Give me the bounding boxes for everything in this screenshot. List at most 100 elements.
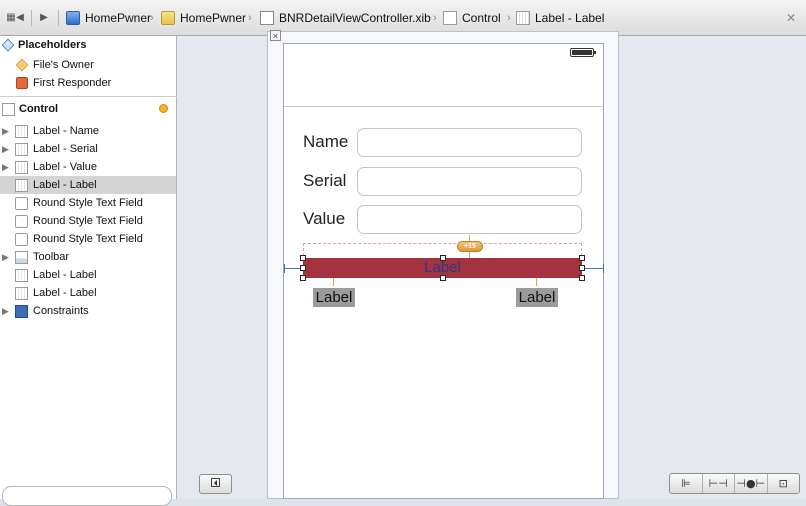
disclosure-triangle-icon[interactable]: ▶ — [2, 162, 10, 173]
sidebar-toggle-icon — [211, 477, 220, 487]
outline-item-label[interactable]: Label - Label — [0, 284, 176, 302]
right-label[interactable]: Label — [516, 288, 558, 307]
resize-handle[interactable] — [440, 255, 446, 261]
outline-item-toolbar[interactable]: ▶ Toolbar — [0, 248, 176, 266]
outline-item-label[interactable]: Label - Label — [0, 266, 176, 284]
vertical-constraint-line — [536, 278, 537, 286]
label-icon — [15, 160, 28, 174]
label-icon — [516, 11, 530, 25]
outline-item-label-name[interactable]: ▶ Label - Name — [0, 122, 176, 140]
outline-item-label: Toolbar — [33, 251, 70, 263]
close-tab-icon[interactable]: ✕ — [786, 11, 796, 25]
battery-icon — [570, 48, 596, 57]
name-text-field[interactable] — [357, 128, 582, 157]
view-icon — [443, 11, 457, 25]
crumb-label: BNRDetailViewController.xib — [279, 11, 431, 25]
disclosure-triangle-icon[interactable]: ▶ — [2, 144, 10, 155]
divider — [58, 10, 59, 26]
left-label[interactable]: Label — [313, 288, 355, 307]
crumb-label-item[interactable]: Label - Label — [516, 10, 604, 26]
outline-item-text-field[interactable]: Round Style Text Field — [0, 230, 176, 248]
chevron-right-icon: › — [150, 12, 154, 24]
files-owner-item[interactable]: File's Owner — [0, 56, 176, 74]
constraints-icon — [15, 304, 28, 318]
disclosure-triangle-icon[interactable]: ▶ — [2, 252, 10, 263]
value-text-field[interactable] — [357, 205, 582, 234]
resolve-issues-icon[interactable]: ⊣●⊢ — [735, 474, 768, 493]
outline-item-label-serial[interactable]: ▶ Label - Serial — [0, 140, 176, 158]
resize-handle[interactable] — [579, 255, 585, 261]
first-responder-icon — [16, 77, 28, 89]
chevron-right-icon: › — [507, 12, 511, 24]
xib-file-icon — [260, 11, 274, 25]
label-icon — [15, 286, 28, 300]
label-icon — [15, 268, 28, 282]
resize-handle[interactable] — [300, 265, 306, 271]
crumb-label: Label - Label — [535, 11, 605, 25]
outline-item-label: Label - Name — [33, 125, 100, 137]
cube-icon — [1, 38, 15, 52]
outline-item-constraints[interactable]: ▶ Constraints — [0, 302, 176, 320]
serial-label[interactable]: Serial — [303, 171, 346, 191]
outline-item-label: Label - Value — [33, 161, 98, 173]
text-field-icon — [15, 214, 28, 228]
outline-item-label: Constraints — [33, 305, 89, 317]
text-field-icon — [15, 196, 28, 210]
close-icon[interactable]: × — [270, 30, 281, 41]
warning-icon[interactable] — [159, 104, 168, 113]
toolbar-icon — [15, 250, 28, 264]
pin-icon[interactable]: ⊢⊣ — [703, 474, 735, 493]
label-icon — [15, 124, 28, 138]
chevron-right-icon: › — [248, 12, 252, 24]
outline-item-text-field[interactable]: Round Style Text Field — [0, 194, 176, 212]
vertical-constraint-line — [333, 278, 334, 286]
outline-item-label: Label - Label — [33, 179, 97, 191]
name-label[interactable]: Name — [303, 132, 348, 152]
control-title: Control — [19, 103, 59, 115]
resize-handle[interactable] — [579, 275, 585, 281]
control-section[interactable]: Control — [0, 100, 177, 118]
first-responder-label: First Responder — [33, 77, 112, 89]
back-button[interactable]: ◀ — [13, 11, 27, 25]
resizing-icon[interactable]: ⊡ — [768, 474, 800, 493]
outline-item-label: Round Style Text Field — [33, 215, 143, 227]
hide-outline-button[interactable] — [199, 474, 232, 494]
document-outline: Placeholders File's Owner First Responde… — [0, 36, 177, 506]
crumb-project[interactable]: HomePwner — [66, 10, 151, 26]
vertical-constraint-line — [469, 235, 470, 241]
files-owner-label: File's Owner — [33, 59, 94, 71]
placeholders-title: Placeholders — [18, 39, 87, 51]
outline-item-label-label-selected[interactable]: Label - Label — [0, 176, 176, 194]
first-responder-item[interactable]: First Responder — [0, 74, 176, 92]
divider — [284, 106, 603, 107]
outline-item-label: Round Style Text Field — [33, 197, 143, 209]
constraint-badge[interactable]: +15 — [457, 241, 483, 252]
crumb-label: HomePwner — [85, 11, 152, 25]
outline-item-label-value[interactable]: ▶ Label - Value — [0, 158, 176, 176]
outline-item-text-field[interactable]: Round Style Text Field — [0, 212, 176, 230]
chevron-right-icon: › — [433, 12, 437, 24]
disclosure-triangle-icon[interactable]: ▶ — [2, 126, 10, 137]
value-label[interactable]: Value — [303, 209, 345, 229]
disclosure-triangle-icon[interactable]: ▶ — [2, 306, 10, 317]
divider — [0, 96, 177, 97]
placeholders-section[interactable]: Placeholders — [0, 36, 177, 54]
resize-handle[interactable] — [579, 265, 585, 271]
view-icon — [2, 102, 15, 116]
forward-button[interactable]: ▶ — [37, 11, 51, 25]
label-icon — [15, 142, 28, 156]
crumb-control[interactable]: Control — [443, 10, 501, 26]
crumb-group[interactable]: HomePwner — [161, 10, 246, 26]
resize-handle[interactable] — [300, 275, 306, 281]
serial-text-field[interactable] — [357, 167, 582, 196]
vertical-constraint-line — [469, 252, 470, 258]
crumb-file[interactable]: BNRDetailViewController.xib — [260, 10, 431, 26]
align-icon[interactable]: ⊫ — [670, 474, 703, 493]
resize-handle[interactable] — [300, 255, 306, 261]
outline-item-label: Round Style Text Field — [33, 233, 143, 245]
resize-handle[interactable] — [440, 275, 446, 281]
folder-icon — [161, 11, 175, 25]
layout-controls: ⊫ ⊢⊣ ⊣●⊢ ⊡ — [669, 473, 800, 494]
outline-filter-field[interactable] — [2, 486, 172, 506]
label-icon — [15, 178, 28, 192]
